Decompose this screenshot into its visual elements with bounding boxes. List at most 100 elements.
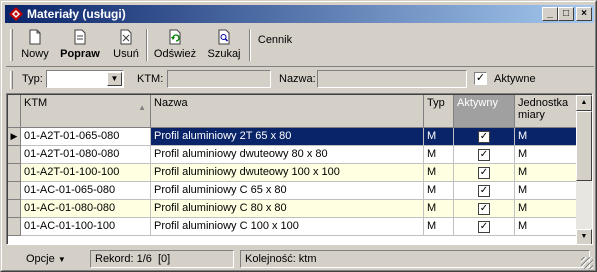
- cell-jednostka[interactable]: M: [515, 128, 578, 146]
- toolbar-grip[interactable]: [10, 29, 13, 61]
- edit-button-label: Popraw: [60, 48, 100, 60]
- table-row[interactable]: 01-A2T-01-080-080 Profil aluminiowy dwut…: [8, 146, 578, 164]
- delete-button-label: Usuń: [113, 48, 139, 60]
- cell-aktywny[interactable]: ✓: [454, 146, 515, 164]
- active-checkbox-cell[interactable]: ✓: [478, 203, 490, 215]
- record-label: Rekord: 1/6 [0]: [95, 253, 171, 265]
- filter-grip[interactable]: [10, 71, 13, 89]
- type-label: Typ:: [22, 73, 43, 85]
- row-indicator: [8, 146, 21, 164]
- main-window: Materiały (usługi) _ □ × Nowy Popraw Usu…: [0, 0, 597, 272]
- table-row[interactable]: 01-AC-01-080-080 Profil aluminiowy C 80 …: [8, 200, 578, 218]
- cell-typ[interactable]: M: [424, 200, 454, 218]
- active-checkbox-cell[interactable]: ✓: [478, 149, 490, 161]
- scroll-down-icon[interactable]: ▼: [576, 229, 592, 244]
- cell-typ[interactable]: M: [424, 182, 454, 200]
- delete-button[interactable]: Usuń: [112, 29, 140, 63]
- header-indicator-cell: [8, 95, 21, 128]
- cell-ktm[interactable]: 01-AC-01-080-080: [21, 200, 151, 218]
- cell-ktm[interactable]: 01-A2T-01-100-100: [21, 164, 151, 182]
- column-header-typ[interactable]: Typ: [424, 95, 454, 128]
- status-bar: Opcje ▼ Rekord: 1/6 [0] Kolejność: ktm: [6, 248, 594, 270]
- chevron-down-icon[interactable]: ▼: [107, 72, 122, 86]
- minimize-button[interactable]: _: [542, 7, 558, 21]
- cell-aktywny[interactable]: ✓: [454, 200, 515, 218]
- column-header-aktywny-label: Aktywny: [457, 97, 498, 109]
- toolbar-separator: [146, 29, 148, 61]
- cell-nazwa[interactable]: Profil aluminiowy C 65 x 80: [151, 182, 424, 200]
- active-checkbox[interactable]: ✓: [474, 72, 487, 85]
- cell-ktm[interactable]: 01-AC-01-065-080: [21, 182, 151, 200]
- maximize-button[interactable]: □: [558, 7, 574, 21]
- column-header-ktm[interactable]: KTM ▲: [21, 95, 151, 128]
- dropdown-arrow-icon: ▼: [57, 255, 66, 264]
- column-header-nazwa-label: Nazwa: [154, 97, 188, 109]
- current-row-indicator-icon: ▶: [8, 128, 21, 146]
- cell-jednostka[interactable]: M: [515, 182, 578, 200]
- vertical-scrollbar[interactable]: ▲ ▼: [576, 95, 592, 244]
- cell-nazwa[interactable]: Profil aluminiowy 2T 65 x 80: [151, 128, 424, 146]
- scroll-thumb[interactable]: [576, 111, 592, 181]
- row-indicator: [8, 164, 21, 182]
- active-checkbox-cell[interactable]: ✓: [478, 131, 490, 143]
- app-diamond-icon: [9, 7, 23, 21]
- refresh-button[interactable]: Odśwież: [152, 29, 198, 63]
- cell-typ[interactable]: M: [424, 128, 454, 146]
- cell-nazwa[interactable]: Profil aluminiowy C 100 x 100: [151, 218, 424, 236]
- row-indicator: [8, 182, 21, 200]
- cell-aktywny[interactable]: ✓: [454, 218, 515, 236]
- options-menu-button[interactable]: Opcje ▼: [26, 253, 66, 265]
- cell-typ[interactable]: M: [424, 164, 454, 182]
- toolbar: Nowy Popraw Usuń Odśwież Szukaj Cennik: [6, 25, 594, 65]
- cell-nazwa[interactable]: Profil aluminiowy dwuteowy 100 x 100: [151, 164, 424, 182]
- scroll-up-icon[interactable]: ▲: [576, 95, 592, 111]
- new-document-icon: [29, 29, 41, 45]
- cell-nazwa[interactable]: Profil aluminiowy C 80 x 80: [151, 200, 424, 218]
- cell-ktm[interactable]: 01-A2T-01-065-080: [21, 128, 151, 146]
- refresh-icon: [169, 29, 181, 45]
- cell-typ[interactable]: M: [424, 218, 454, 236]
- ktm-label: KTM:: [137, 73, 164, 85]
- name-field[interactable]: [317, 70, 467, 88]
- column-header-nazwa[interactable]: Nazwa: [151, 95, 424, 128]
- record-counter: Rekord: 1/6 [0]: [90, 250, 234, 268]
- cell-aktywny[interactable]: ✓: [454, 128, 515, 146]
- cell-ktm[interactable]: 01-A2T-01-080-080: [21, 146, 151, 164]
- cell-jednostka[interactable]: M: [515, 200, 578, 218]
- cell-ktm[interactable]: 01-AC-01-100-100: [21, 218, 151, 236]
- cell-jednostka[interactable]: M: [515, 146, 578, 164]
- table-row[interactable]: ▶ 01-A2T-01-065-080 Profil aluminiowy 2T…: [8, 128, 578, 146]
- cell-typ[interactable]: M: [424, 146, 454, 164]
- search-button[interactable]: Szukaj: [205, 29, 243, 63]
- column-header-aktywny[interactable]: Aktywny: [454, 95, 515, 128]
- ktm-field[interactable]: [167, 70, 271, 88]
- edit-document-icon: [74, 29, 86, 45]
- cell-jednostka[interactable]: M: [515, 164, 578, 182]
- cell-aktywny[interactable]: ✓: [454, 164, 515, 182]
- column-header-typ-label: Typ: [427, 97, 445, 109]
- active-checkbox-cell[interactable]: ✓: [478, 185, 490, 197]
- cell-aktywny[interactable]: ✓: [454, 182, 515, 200]
- column-header-jednostka-label: Jednostka miary: [518, 97, 569, 121]
- pricelist-button-label: Cennik: [257, 34, 293, 46]
- cell-jednostka[interactable]: M: [515, 218, 578, 236]
- title-bar[interactable]: Materiały (usługi) _ □ ×: [5, 5, 594, 23]
- new-button[interactable]: Nowy: [20, 29, 50, 63]
- resize-grip-icon[interactable]: [581, 257, 593, 269]
- column-header-ktm-label: KTM: [24, 97, 48, 109]
- type-combobox[interactable]: ▼: [46, 70, 124, 88]
- active-checkbox-cell[interactable]: ✓: [478, 167, 490, 179]
- table-row[interactable]: 01-AC-01-065-080 Profil aluminiowy C 65 …: [8, 182, 578, 200]
- sort-ascending-icon: ▲: [138, 103, 146, 112]
- filter-bar: Typ: ▼ KTM: Nazwa: ✓ Aktywne: [6, 66, 594, 90]
- edit-button[interactable]: Popraw: [57, 29, 103, 63]
- table-row[interactable]: 01-A2T-01-100-100 Profil aluminiowy dwut…: [8, 164, 578, 182]
- column-header-jednostka[interactable]: Jednostka miary: [515, 95, 578, 128]
- active-checkbox-cell[interactable]: ✓: [478, 221, 490, 233]
- refresh-button-label: Odśwież: [153, 48, 197, 60]
- cell-nazwa[interactable]: Profil aluminiowy dwuteowy 80 x 80: [151, 146, 424, 164]
- pricelist-button[interactable]: Cennik: [256, 34, 294, 68]
- window-title: Materiały (usługi): [27, 7, 126, 21]
- close-button[interactable]: ×: [576, 7, 592, 21]
- table-row[interactable]: 01-AC-01-100-100 Profil aluminiowy C 100…: [8, 218, 578, 236]
